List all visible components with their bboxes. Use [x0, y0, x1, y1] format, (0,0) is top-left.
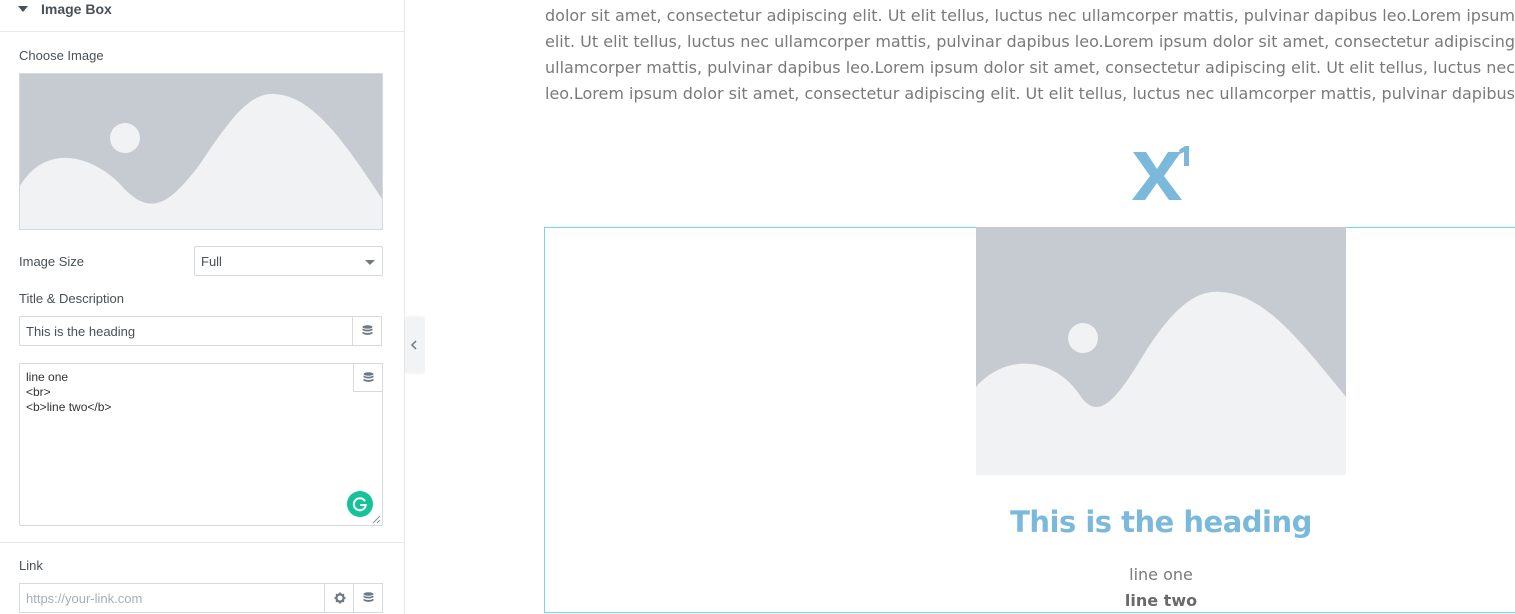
- image-box-description: line one line two: [976, 562, 1346, 614]
- link-label: Link: [19, 558, 43, 573]
- link-placeholder: https://your-link.com: [26, 591, 143, 606]
- database-icon: [363, 372, 374, 382]
- title-description-label: Title & Description: [19, 291, 124, 306]
- description-line: <b>line two</b>: [26, 400, 112, 414]
- description-line: line one: [26, 370, 69, 384]
- section-title: Image Box: [41, 1, 112, 17]
- description-line-two: line two: [1124, 591, 1198, 610]
- lorem-line: leo.Lorem ipsum dolor sit amet, consecte…: [545, 84, 1515, 103]
- caret-down-icon: [0, 0, 30, 20]
- image-box-title: This is the heading: [1010, 505, 1312, 539]
- lorem-line: elit. Ut elit tellus, luctus nec ullamco…: [545, 32, 1515, 51]
- section-header-image-box[interactable]: Image Box: [0, 0, 404, 32]
- superscript-icon: [1132, 146, 1189, 200]
- description-line: <br>: [26, 385, 51, 399]
- image-box-image: [976, 227, 1346, 475]
- link-options-button[interactable]: [324, 583, 354, 613]
- lorem-text-block: dolor sit amet, consectetur adipiscing e…: [545, 3, 1515, 107]
- image-chooser[interactable]: [19, 73, 383, 230]
- chevron-left-icon: [410, 340, 417, 350]
- gear-icon: [334, 592, 346, 604]
- lorem-line: dolor sit amet, consectetur adipiscing e…: [545, 6, 1515, 25]
- preview-canvas: dolor sit amet, consectetur adipiscing e…: [425, 0, 1515, 614]
- choose-image-label: Choose Image: [19, 48, 104, 63]
- database-icon: [363, 592, 374, 602]
- image-placeholder-icon: [976, 227, 1346, 475]
- lorem-line: ullamcorper mattis, pulvinar dapibus leo…: [545, 58, 1515, 77]
- description-textarea[interactable]: line one <br> <b>line two</b>: [19, 363, 383, 526]
- description-line-one: line one: [1129, 565, 1193, 584]
- title-input-value: This is the heading: [26, 324, 136, 339]
- dynamic-tags-button-title[interactable]: [352, 316, 382, 346]
- image-size-select[interactable]: Full: [194, 246, 383, 276]
- editor-panel: Image Box Choose Image Image Size Full T…: [0, 0, 405, 614]
- image-size-value: Full: [201, 254, 222, 269]
- title-input[interactable]: This is the heading: [19, 316, 353, 346]
- chevron-down-icon: [365, 260, 375, 265]
- divider: [0, 542, 404, 543]
- collapse-panel-button[interactable]: [405, 317, 424, 373]
- resize-handle-icon[interactable]: [372, 515, 381, 524]
- dynamic-tags-button-description[interactable]: [353, 363, 383, 392]
- grammarly-icon[interactable]: [347, 491, 373, 517]
- dynamic-tags-button-link[interactable]: [353, 583, 383, 613]
- link-input[interactable]: https://your-link.com: [19, 583, 325, 613]
- description-text: line one <br> <b>line two</b>: [26, 370, 111, 415]
- image-placeholder-icon: [20, 74, 382, 229]
- database-icon: [362, 325, 373, 335]
- image-size-label: Image Size: [19, 254, 85, 269]
